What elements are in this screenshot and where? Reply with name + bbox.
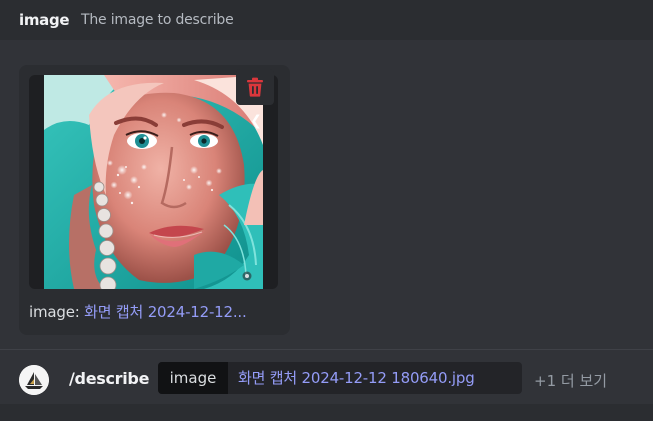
delete-attachment-button[interactable]: [236, 69, 274, 105]
command-name: /describe: [69, 369, 150, 388]
param-value: 화면 캡처 2024-12-12 180640.jpg: [238, 369, 475, 387]
trash-icon: [247, 77, 263, 97]
ship-icon: [19, 365, 49, 395]
attachment-caption: image: 화면 캡처 2024-12-12...: [29, 301, 247, 322]
app-avatar: [19, 365, 49, 395]
caption-filename: 화면 캡처 2024-12-12...: [84, 303, 247, 321]
attachment-image: [44, 75, 263, 289]
collapse-chevron-icon[interactable]: ❮: [250, 111, 262, 131]
caption-label: image:: [29, 303, 85, 321]
attachment-card: ❮ image: 화면 캡처 2024-12-12...: [19, 65, 290, 335]
bottom-strip: [0, 404, 653, 421]
command-bar: /describe image 화면 캡처 2024-12-12 180640.…: [0, 350, 653, 404]
command-param[interactable]: image 화면 캡처 2024-12-12 180640.jpg: [158, 362, 522, 394]
option-header: image The image to describe: [0, 0, 653, 40]
option-name: image: [19, 11, 70, 29]
attachment-thumbnail[interactable]: ❮: [29, 75, 278, 289]
more-options-link[interactable]: +1 더 보기: [534, 370, 607, 391]
option-description: The image to describe: [81, 12, 234, 28]
param-label: image: [158, 362, 228, 394]
